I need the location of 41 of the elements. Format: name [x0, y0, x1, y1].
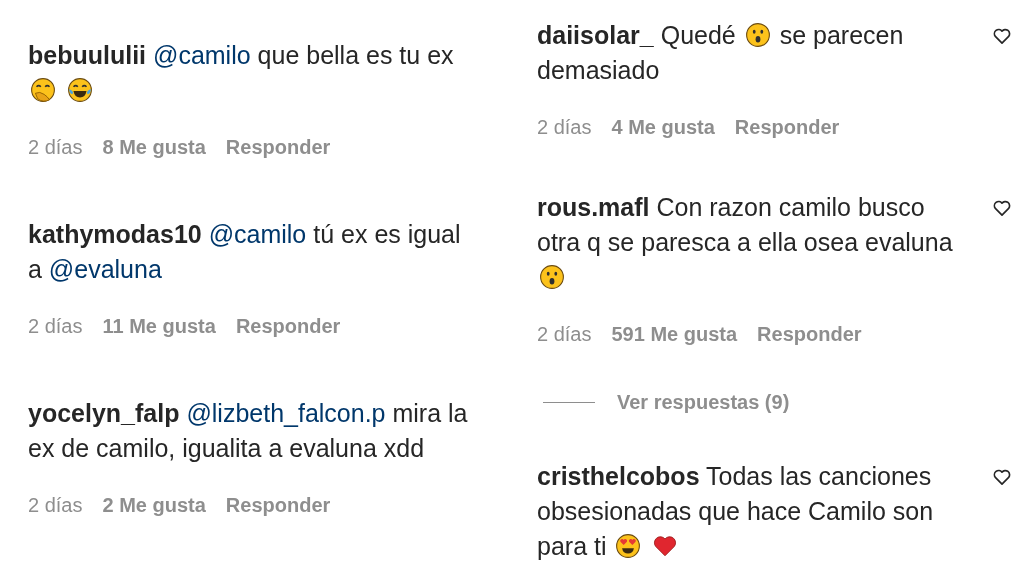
heart-eyes-emoji-icon [615, 533, 642, 559]
comment-time: 2 días [537, 322, 592, 347]
comment-text: bebuululii @camilo que bella es tu ex [28, 38, 480, 108]
likes-link[interactable]: 11 Me gusta [102, 311, 216, 341]
reply-link[interactable]: Responder [225, 132, 331, 162]
username-link[interactable]: rous.mafl [537, 193, 650, 221]
username-link[interactable]: yocelyn_falp [28, 399, 180, 427]
username-link[interactable]: kathymodas10 [28, 220, 202, 248]
comment-time: 2 días [28, 493, 83, 518]
like-heart-icon[interactable] [992, 26, 1012, 46]
heart-emoji-icon [652, 533, 679, 559]
likes-link[interactable]: 591 Me gusta [611, 319, 738, 349]
comment-text: cristhelcobos Todas las canciones obsesionadas que hace Camilo son para ti [537, 461, 935, 562]
surprised-face-emoji-icon [744, 22, 771, 48]
username-link[interactable]: cristhelcobos [537, 462, 700, 490]
like-heart-icon[interactable] [992, 467, 1012, 487]
reply-link[interactable]: Responder [734, 112, 840, 142]
comment-text: kathymodas10 @camilo tú ex es igual a @evaluna [28, 219, 462, 285]
comment-time: 2 días [28, 314, 83, 339]
comment-time: 2 días [28, 135, 83, 160]
comment-text: rous.mafl Con razon camilo busco otra q se paresca a ella osea evaluna [537, 190, 965, 295]
mention-link[interactable]: @camilo [153, 41, 251, 69]
hand-over-mouth-emoji-icon [30, 77, 56, 103]
view-replies-link[interactable]: Ver respuestas (9) [617, 387, 790, 417]
likes-link[interactable]: 4 Me gusta [611, 112, 715, 142]
likes-link[interactable]: 8 Me gusta [102, 132, 206, 162]
mention-link[interactable]: @lizbeth_falcon.p [186, 399, 386, 427]
reply-link[interactable]: Responder [757, 319, 862, 349]
surprised-face-emoji-icon [539, 264, 565, 290]
username-link[interactable]: daiisolar_ [537, 21, 654, 49]
mention-link[interactable]: @evaluna [48, 255, 162, 283]
reply-link[interactable]: Responder [225, 490, 331, 520]
username-link[interactable]: bebuululii [28, 41, 147, 69]
laughing-tears-emoji-icon [66, 77, 93, 103]
comment-text: yocelyn_falp @lizbeth_falcon.p mira la ex de camilo, igualita a evaluna xdd [28, 398, 469, 464]
likes-link[interactable]: 2 Me gusta [102, 490, 206, 520]
reply-link[interactable]: Responder [235, 311, 341, 341]
comment-text: daiisolar_ Quedé se parecen demasiado [537, 20, 905, 86]
mention-link[interactable]: @camilo [208, 220, 307, 248]
comment-time: 2 días [537, 115, 592, 140]
like-heart-icon[interactable] [992, 198, 1012, 218]
